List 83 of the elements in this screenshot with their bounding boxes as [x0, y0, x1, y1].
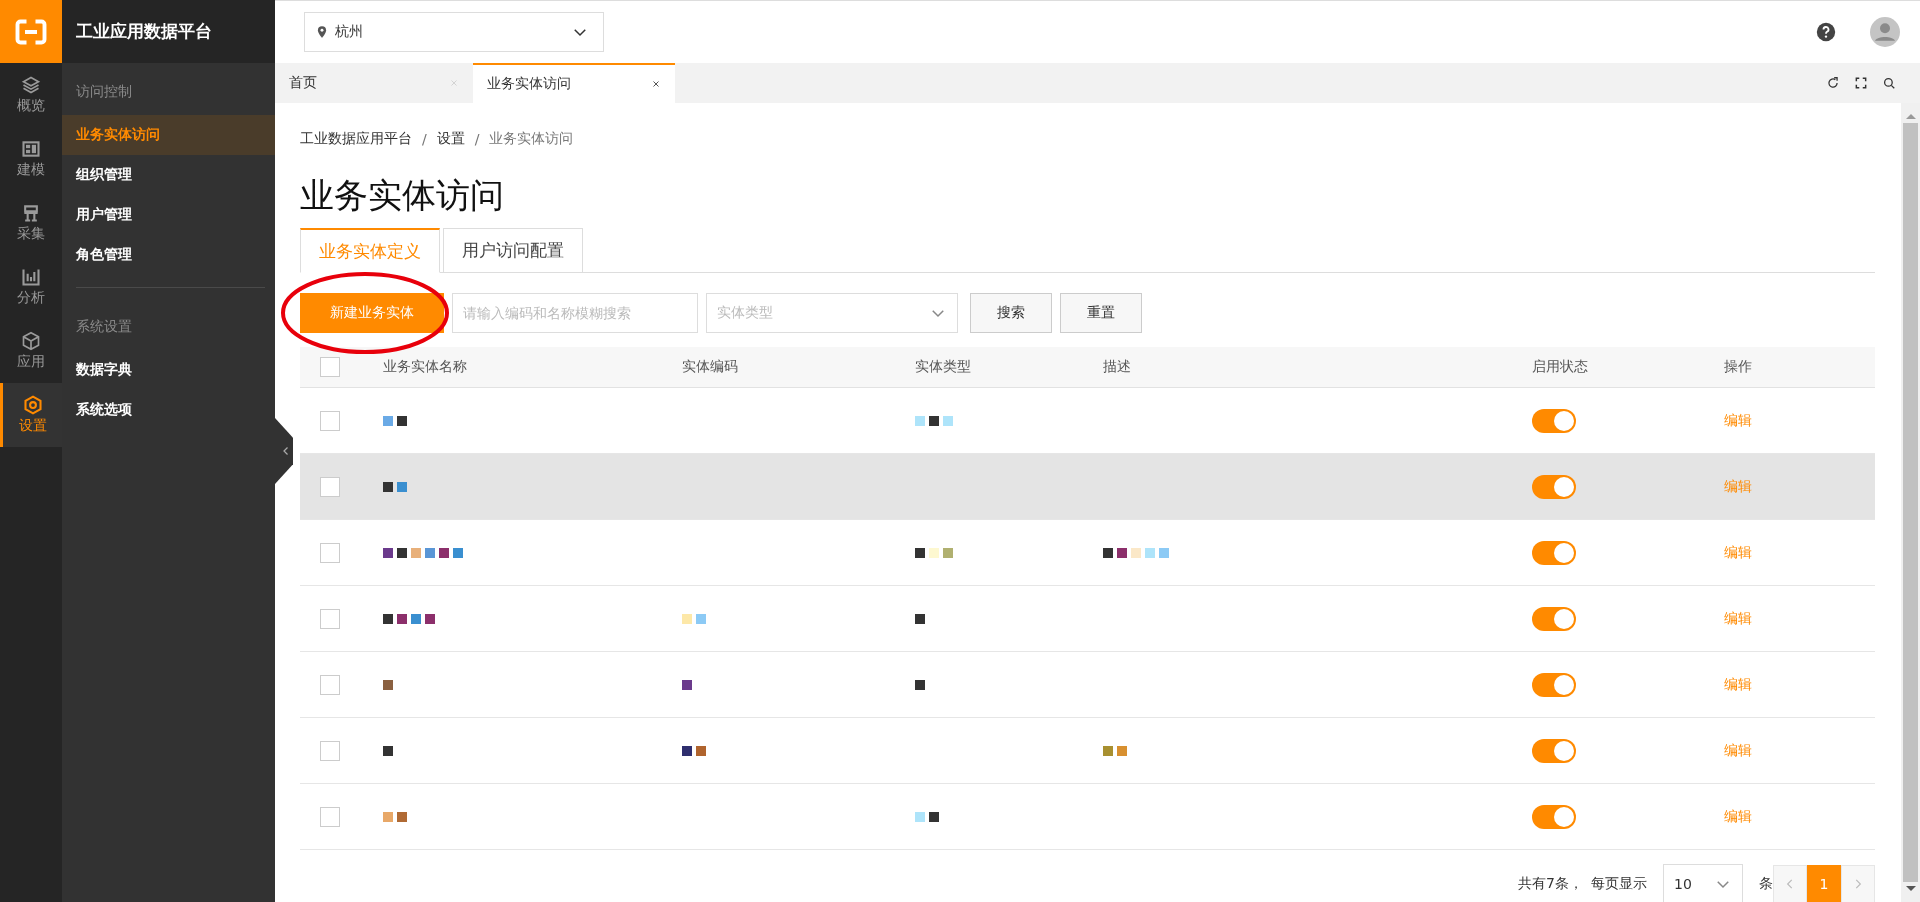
sidebar-item[interactable]: 业务实体访问 [62, 115, 275, 155]
redacted-text-drawing [682, 679, 692, 690]
rail-item[interactable]: 概览 [0, 63, 62, 127]
breadcrumb-separator: / [422, 131, 427, 147]
toggle-switch[interactable] [1532, 738, 1576, 763]
column-header: 启用状态 [1532, 358, 1588, 376]
page-size-select[interactable]: 10 [1663, 864, 1743, 902]
location-pin-icon [315, 25, 329, 39]
column-header: 操作 [1724, 358, 1752, 376]
toggle-switch[interactable] [1532, 606, 1576, 631]
search-field[interactable]: 请输入编码和名称模糊搜索 [452, 293, 698, 333]
reset-button[interactable]: 重置 [1060, 293, 1142, 333]
checkbox[interactable] [320, 806, 340, 827]
redacted-text-drawing [682, 745, 706, 756]
redacted-text-drawing [383, 679, 393, 690]
app-title: 工业应用数据平台 [76, 20, 212, 43]
page-tab[interactable]: 首页 [275, 63, 473, 103]
redacted-text-drawing [682, 613, 706, 624]
breadcrumb-link[interactable]: 工业数据应用平台 [300, 130, 412, 148]
toggle-switch[interactable] [1532, 408, 1576, 433]
toggle-switch[interactable] [1532, 804, 1576, 829]
page-title: 业务实体访问 [300, 174, 505, 217]
sidebar-item[interactable]: 数据字典 [62, 350, 275, 390]
location-select[interactable]: 杭州 [304, 12, 604, 52]
checkbox[interactable] [320, 674, 340, 695]
content-tab[interactable]: 用户访问配置 [443, 228, 583, 273]
rail-item[interactable]: 建模 [0, 127, 62, 191]
checkbox[interactable] [320, 740, 340, 761]
help-icon[interactable] [1816, 22, 1836, 42]
column-header: 描述 [1103, 358, 1131, 376]
total-count: 共有7条， [1518, 875, 1583, 893]
refresh-icon[interactable] [1826, 76, 1840, 90]
redacted-text-drawing [915, 547, 953, 558]
column-header: 实体类型 [915, 358, 971, 376]
breadcrumb-current: 业务实体访问 [489, 130, 574, 148]
redacted-text-drawing [1103, 745, 1127, 756]
column-header: 业务实体名称 [383, 358, 467, 376]
unit-label: 条 [1759, 875, 1773, 893]
checkbox[interactable] [320, 410, 340, 431]
sidebar-item[interactable]: 角色管理 [62, 235, 275, 275]
redacted-text-drawing [383, 415, 407, 426]
sidebar-group-title: 访问控制 [75, 82, 133, 101]
redacted-text-drawing [915, 613, 925, 624]
search-button[interactable]: 搜索 [970, 293, 1052, 333]
checkbox[interactable] [320, 542, 340, 563]
sidebar-item[interactable]: 系统选项 [62, 390, 275, 430]
cube-icon [21, 331, 41, 351]
grid-icon [21, 139, 41, 159]
redacted-text-drawing [1103, 547, 1169, 558]
toggle-switch[interactable] [1532, 540, 1576, 565]
layers-icon [21, 75, 41, 95]
redacted-text-drawing [383, 811, 407, 822]
rail-item[interactable]: 分析 [0, 255, 62, 319]
breadcrumb-link[interactable]: 设置 [436, 130, 465, 148]
checkbox[interactable] [320, 357, 340, 377]
per-page-label: 每页显示 [1591, 875, 1647, 893]
rail-item[interactable]: 采集 [0, 191, 62, 255]
breadcrumb-separator: / [474, 131, 480, 147]
sidebar-group-title: 系统设置 [75, 317, 133, 336]
avatar-icon[interactable] [1870, 17, 1900, 47]
redacted-text-drawing [383, 481, 407, 492]
close-icon[interactable] [651, 79, 661, 89]
settings-icon [22, 395, 43, 415]
checkbox[interactable] [320, 608, 340, 629]
toggle-switch[interactable] [1532, 672, 1576, 697]
rail-item[interactable]: 设置 [0, 383, 62, 447]
redacted-text-drawing [383, 613, 435, 624]
redacted-text-drawing [915, 679, 925, 690]
checkbox[interactable] [320, 476, 340, 497]
bar-chart-icon [21, 267, 41, 287]
rail-item[interactable]: 应用 [0, 319, 62, 383]
toggle-switch[interactable] [1532, 474, 1576, 499]
redacted-text-drawing [915, 415, 953, 426]
fullscreen-icon[interactable] [1854, 76, 1868, 90]
page-tab[interactable]: 业务实体访问 [473, 63, 675, 103]
search-icon[interactable] [1882, 76, 1896, 90]
redacted-text-drawing [915, 811, 939, 822]
sidebar-item[interactable]: 组织管理 [62, 155, 275, 195]
redacted-text-drawing [383, 745, 393, 756]
network-icon [21, 203, 41, 223]
column-header: 实体编码 [682, 358, 738, 376]
sidebar-item[interactable]: 用户管理 [62, 195, 275, 235]
scrollbar[interactable] [1901, 103, 1920, 902]
